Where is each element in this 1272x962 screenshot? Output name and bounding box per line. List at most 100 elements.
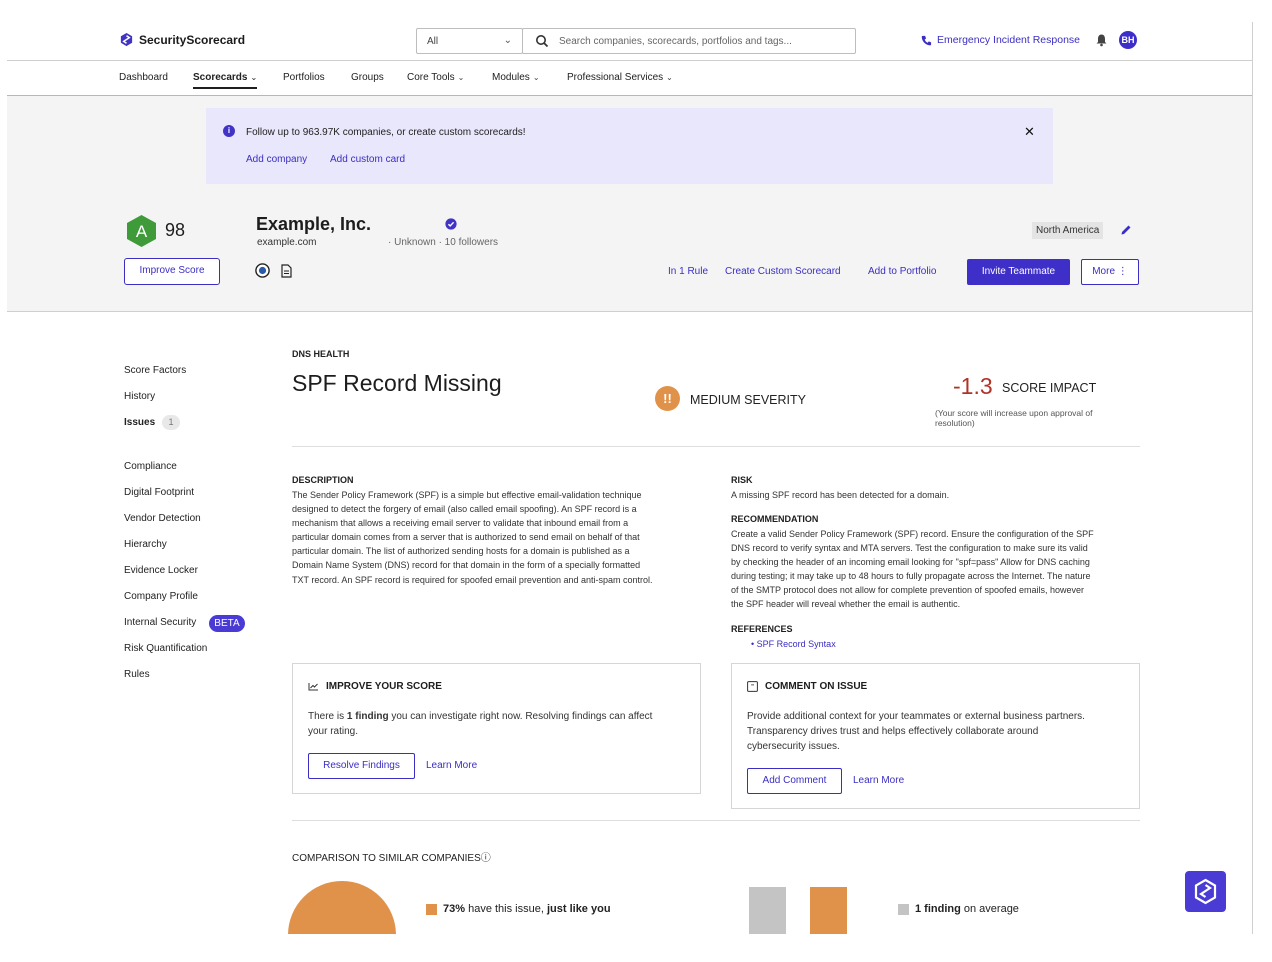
top-bar: SecurityScorecard All ⌄ Emergency Incide… (7, 22, 1252, 61)
recommendation-line: DNS record to verify syntax and MTA serv… (731, 543, 1088, 554)
recommendation-line: by checking the header of an incoming em… (731, 557, 1090, 568)
nav-label: Core Tools (407, 72, 455, 83)
company-meta: · Unknown · 10 followers (388, 237, 499, 248)
sidebar-item-risk-quantification[interactable]: Risk Quantification (124, 643, 207, 654)
phone-icon (921, 35, 932, 45)
in-rule-link[interactable]: In 1 Rule (668, 266, 708, 277)
improve-learn-more-link[interactable]: Learn More (426, 760, 477, 771)
description-line: TXT record. An SPF record is required fo… (292, 574, 653, 585)
recommendation-line: of the SMTP protocol does not allow for … (731, 585, 1085, 596)
chevron-down-icon: ⌄ (666, 73, 673, 82)
more-button[interactable]: More ⋮ (1081, 259, 1139, 285)
logo-icon (120, 32, 133, 47)
assistant-fab[interactable] (1185, 871, 1226, 912)
avatar[interactable]: BH (1119, 31, 1137, 49)
window-edge (1252, 22, 1253, 934)
nav-groups[interactable]: Groups (351, 72, 384, 83)
comment-line: cybersecurity issues. (747, 741, 840, 752)
risk-heading: RISK (731, 475, 753, 485)
issues-count-badge: 1 (162, 415, 180, 430)
emergency-incident-link[interactable]: Emergency Incident Response (921, 34, 1080, 46)
sidebar-item-compliance[interactable]: Compliance (124, 461, 177, 472)
invite-teammate-button[interactable]: Invite Teammate (967, 259, 1070, 285)
emergency-label: Emergency Incident Response (937, 34, 1080, 46)
badge-circle-icon[interactable] (255, 263, 270, 278)
severity-icon: !! (655, 386, 680, 411)
add-company-link[interactable]: Add company (246, 154, 307, 165)
nav-label: Professional Services (567, 72, 664, 83)
nav-label: Portfolios (283, 72, 325, 83)
grade-badge: A (127, 215, 156, 247)
recommendation-heading: RECOMMENDATION (731, 514, 819, 524)
create-custom-scorecard-link[interactable]: Create Custom Scorecard (725, 266, 841, 277)
improve-score-heading: IMPROVE YOUR SCORE (308, 681, 442, 692)
sidebar-item-score-factors[interactable]: Score Factors (124, 365, 186, 376)
comment-text: Provide additional context for your team… (747, 709, 1085, 754)
avg-bar-industry (749, 887, 786, 934)
comparison-heading: COMPARISON TO SIMILAR COMPANIESⓘ (292, 849, 491, 864)
close-icon[interactable]: ✕ (1024, 124, 1035, 140)
comment-card: " COMMENT ON ISSUE Provide additional co… (731, 663, 1140, 809)
sidebar-item-hierarchy[interactable]: Hierarchy (124, 539, 167, 550)
description-line: Domain Name System (DNS) record for that… (292, 560, 641, 571)
document-icon[interactable] (281, 264, 292, 278)
nav-portfolios[interactable]: Portfolios (283, 72, 325, 83)
sidebar-item-company-profile[interactable]: Company Profile (124, 591, 198, 602)
search-input[interactable] (559, 33, 849, 50)
nav-label: Scorecards (193, 72, 248, 83)
sidebar-item-history[interactable]: History (124, 391, 155, 402)
legend-swatch (426, 903, 437, 915)
description-line: particular domain. The list of authorize… (292, 546, 630, 557)
company-name: Example, Inc. (256, 214, 372, 234)
avg-bar-you (810, 887, 847, 934)
nav-core-tools[interactable]: Core Tools ⌄ (407, 72, 464, 83)
add-custom-card-link[interactable]: Add custom card (330, 154, 405, 165)
comment-line: Provide additional context for your team… (747, 711, 1085, 722)
app-logo[interactable]: SecurityScorecard (119, 32, 245, 47)
pie-slice-has-issue (288, 881, 396, 934)
logo-text: SecurityScorecard (139, 32, 246, 47)
pct-mid: have this issue, (465, 903, 547, 915)
nav-label: Dashboard (119, 72, 168, 83)
nav-dashboard[interactable]: Dashboard (119, 72, 168, 83)
spf-record-syntax-link[interactable]: • SPF Record Syntax (751, 639, 836, 649)
sidebar-item-vendor-detection[interactable]: Vendor Detection (124, 513, 201, 524)
nav-scorecards[interactable]: Scorecards ⌄ (193, 72, 258, 89)
page: SecurityScorecard All ⌄ Emergency Incide… (0, 0, 1272, 962)
sidebar-item-digital-footprint[interactable]: Digital Footprint (124, 487, 194, 498)
score-value: 98 (165, 220, 186, 240)
nav-modules[interactable]: Modules ⌄ (492, 72, 540, 83)
resolve-findings-button[interactable]: Resolve Findings (308, 753, 415, 779)
pct-tail: just like you (546, 903, 611, 915)
legend-swatch (898, 903, 909, 915)
references-heading: REFERENCES (731, 624, 793, 634)
main-nav: Dashboard Scorecards ⌄ Portfolios Groups … (7, 61, 1252, 96)
improve-score-button[interactable]: Improve Score (124, 258, 220, 285)
scope-select[interactable]: All ⌄ (416, 28, 523, 54)
comment-learn-more-link[interactable]: Learn More (853, 775, 904, 786)
avg-tail: on average (960, 903, 1019, 915)
description-line: designed to detect the forgery of email … (292, 504, 637, 515)
sidebar-item-internal-security[interactable]: Internal Security (124, 617, 196, 628)
description-heading: DESCRIPTION (292, 475, 354, 485)
sidebar-item-issues[interactable]: Issues (124, 417, 155, 428)
comment-heading: " COMMENT ON ISSUE (747, 681, 867, 692)
pct-bold: 73% (443, 903, 466, 915)
company-domain: example.com (257, 237, 317, 248)
improve-score-title: IMPROVE YOUR SCORE (326, 681, 442, 692)
description-line: particular domain comes from a server th… (292, 532, 640, 543)
nav-professional-services[interactable]: Professional Services ⌄ (567, 72, 673, 83)
pencil-icon[interactable] (1120, 224, 1132, 236)
sidebar-item-rules[interactable]: Rules (124, 669, 150, 680)
score-impact-label: SCORE IMPACT (1002, 381, 1097, 395)
comparison-title: COMPARISON TO SIMILAR COMPANIES (292, 853, 481, 864)
add-to-portfolio-link[interactable]: Add to Portfolio (868, 266, 936, 277)
bell-icon[interactable] (1095, 33, 1108, 47)
help-icon[interactable]: ⓘ (481, 853, 491, 864)
sidebar-item-evidence-locker[interactable]: Evidence Locker (124, 565, 198, 576)
risk-text: A missing SPF record has been detected f… (731, 490, 950, 500)
score-impact-value: -1.3 (953, 373, 993, 399)
recommendation-line: during testing; it may take up to 48 hou… (731, 571, 1091, 582)
text-post: you can investigate right now. Resolving… (388, 711, 653, 722)
add-comment-button[interactable]: Add Comment (747, 768, 842, 794)
